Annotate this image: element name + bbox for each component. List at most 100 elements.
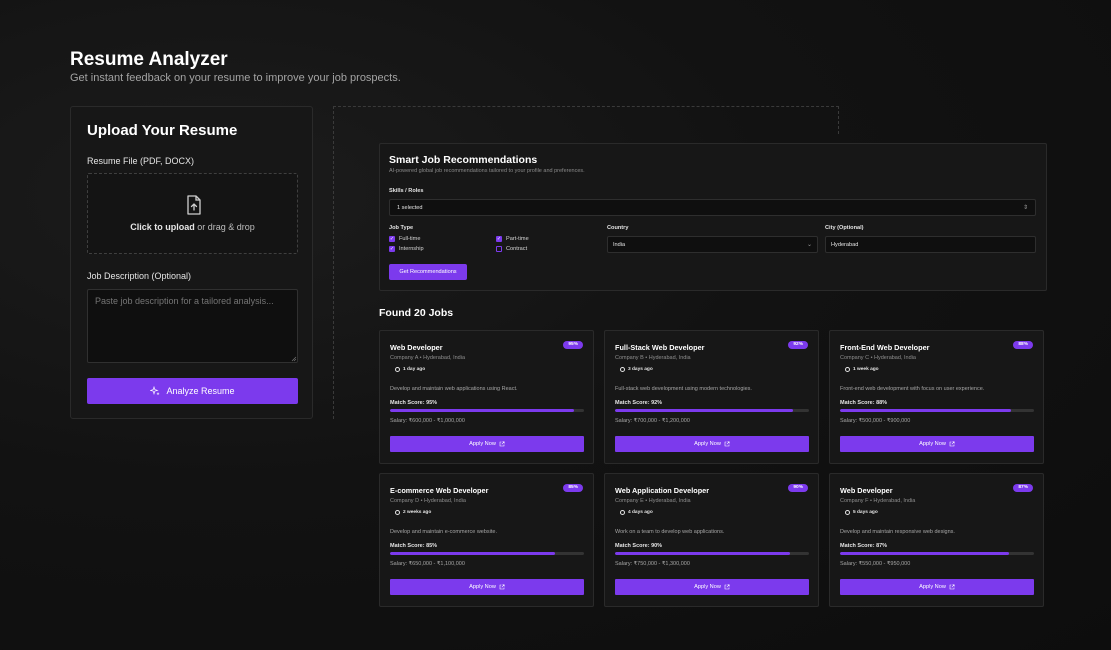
job-title: Front-End Web Developer (840, 343, 930, 352)
job-type-contract[interactable]: Contract (496, 246, 527, 252)
get-recommendations-button[interactable]: Get Recommendations (389, 264, 467, 280)
job-salary: Salary: ₹500,000 - ₹900,000 (840, 418, 911, 424)
job-card: Front-End Web Developer 88% Company C • Hy… (829, 330, 1044, 464)
match-badge: 90% (788, 484, 808, 492)
city-label: City (Optional) (825, 225, 864, 231)
job-posted: 5 days ago (845, 510, 878, 515)
job-description: Develop and maintain web applications us… (390, 386, 518, 392)
job-posted: 3 days ago (620, 367, 653, 372)
apply-now-label: Apply Now (919, 584, 946, 590)
match-score-fill (390, 409, 575, 412)
apply-now-label: Apply Now (694, 584, 721, 590)
skills-select[interactable]: 1 selected ⇕ (389, 199, 1036, 216)
country-label: Country (607, 225, 629, 231)
match-score-label: Match Score: 90% (615, 543, 663, 549)
match-score-label: Match Score: 88% (840, 400, 888, 406)
match-score-fill (615, 409, 794, 412)
apply-now-button[interactable]: Apply Now (390, 579, 584, 595)
job-type-option-label: Part-time (506, 236, 529, 242)
clock-icon (620, 367, 625, 372)
match-badge: 92% (788, 341, 808, 349)
job-description: Full-stack web development using modern … (615, 386, 752, 392)
job-company-location: Company C • Hyderabad, India (840, 355, 916, 361)
match-score-label: Match Score: 92% (615, 400, 663, 406)
job-title: Full-Stack Web Developer (615, 343, 705, 352)
job-card: Web Developer 95% Company A • Hyderabad, I… (379, 330, 594, 464)
job-description-textarea[interactable] (87, 289, 298, 363)
job-type-option-label: Contract (506, 246, 528, 252)
job-description: Work on a team to develop web applicatio… (615, 529, 725, 535)
job-posted: 1 day ago (395, 367, 425, 372)
apply-now-label: Apply Now (469, 441, 496, 447)
match-score-bar (840, 552, 1034, 555)
match-score-fill (840, 409, 1011, 412)
job-title: E-commerce Web Developer (390, 486, 489, 495)
job-recommendations-panel: Smart Job Recommendations AI-powered glo… (379, 143, 1047, 291)
apply-now-button[interactable]: Apply Now (615, 436, 809, 452)
match-score-bar (615, 409, 809, 412)
apply-now-button[interactable]: Apply Now (390, 436, 584, 452)
match-score-bar (390, 409, 584, 412)
external-link-icon (499, 584, 505, 590)
job-description: Front-end web development with focus on … (840, 386, 985, 392)
job-salary: Salary: ₹600,000 - ₹1,000,000 (390, 418, 465, 424)
job-card: E-commerce Web Developer 85% Company D • H… (379, 473, 594, 607)
recommendations-subtitle: AI-powered global job recommendations ta… (389, 168, 585, 174)
resume-file-label: Resume File (PDF, DOCX) (87, 156, 195, 166)
dropzone-drag-text: or drag & drop (194, 222, 255, 232)
skills-value: 1 selected (397, 205, 423, 211)
job-description: Develop and maintain responsive web desi… (840, 529, 955, 535)
job-posted-text: 2 weeks ago (403, 510, 432, 515)
job-title: Web Developer (390, 343, 443, 352)
sparkles-icon (150, 386, 160, 395)
dashed-outline-edge (838, 106, 839, 134)
city-input[interactable] (825, 236, 1036, 253)
clock-icon (845, 367, 850, 372)
match-score-fill (615, 552, 790, 555)
external-link-icon (724, 584, 730, 590)
page-subtitle: Get instant feedback on your resume to i… (70, 72, 401, 84)
country-value: India (613, 242, 626, 248)
analyze-resume-button[interactable]: Analyze Resume (87, 378, 298, 404)
match-score-bar (615, 552, 809, 555)
match-badge: 95% (563, 341, 583, 349)
match-score-label: Match Score: 87% (840, 543, 888, 549)
analyze-resume-label: Analyze Resume (166, 386, 235, 396)
job-type-label: Job Type (389, 225, 414, 231)
resume-dropzone[interactable]: Click to upload or drag & drop (87, 173, 298, 254)
job-company-location: Company E • Hyderabad, India (615, 498, 691, 504)
job-type-parttime[interactable]: ✓ Part-time (496, 236, 529, 242)
external-link-icon (724, 441, 730, 447)
job-posted-text: 3 days ago (628, 367, 653, 372)
apply-now-label: Apply Now (469, 584, 496, 590)
job-posted-text: 1 week ago (853, 367, 879, 372)
job-card: Web Application Developer 90% Company E • … (604, 473, 819, 607)
match-badge: 85% (563, 484, 583, 492)
clock-icon (845, 510, 850, 515)
job-posted-text: 1 day ago (403, 367, 426, 372)
job-company-location: Company B • Hyderabad, India (615, 355, 691, 361)
job-posted: 4 days ago (620, 510, 653, 515)
job-salary: Salary: ₹650,000 - ₹1,100,000 (390, 561, 465, 567)
checkbox-checked-icon: ✓ (496, 235, 502, 242)
job-type-option-label: Internship (399, 246, 424, 252)
apply-now-button[interactable]: Apply Now (840, 436, 1034, 452)
country-select[interactable]: India ⌄ (607, 236, 818, 253)
upload-panel: Upload Your Resume Resume File (PDF, DOC… (70, 106, 313, 419)
apply-now-button[interactable]: Apply Now (615, 579, 809, 595)
job-salary: Salary: ₹750,000 - ₹1,300,000 (615, 561, 690, 567)
file-upload-icon (187, 195, 201, 215)
job-posted-text: 4 days ago (628, 510, 653, 515)
clock-icon (620, 510, 625, 515)
recommendations-title: Smart Job Recommendations (389, 154, 538, 166)
chevron-down-icon: ⌄ (806, 242, 812, 248)
job-title: Web Application Developer (615, 486, 710, 495)
job-type-fulltime[interactable]: ✓ Full-time (389, 236, 420, 242)
job-posted-text: 5 days ago (853, 510, 878, 515)
apply-now-button[interactable]: Apply Now (840, 579, 1034, 595)
resize-grip-icon[interactable] (291, 356, 297, 362)
match-badge: 87% (1013, 484, 1033, 492)
skills-label: Skills / Roles (389, 188, 424, 194)
chevron-updown-icon: ⇕ (1022, 205, 1028, 211)
job-type-internship[interactable]: ✓ Internship (389, 246, 424, 252)
